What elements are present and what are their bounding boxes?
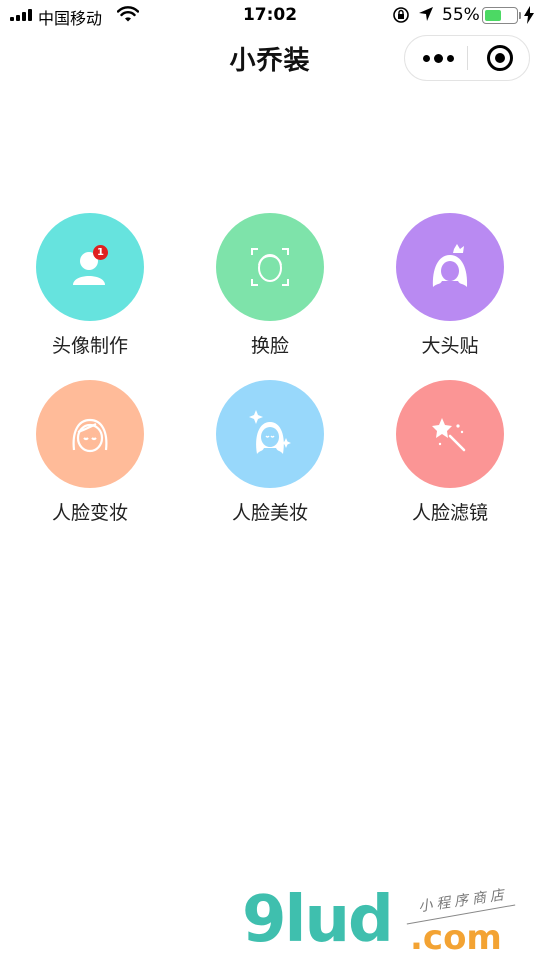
tile-face-filter[interactable]: 人脸滤镜 (370, 380, 530, 530)
close-dot (495, 53, 505, 63)
notification-badge: 1 (93, 245, 108, 260)
close-button[interactable] (468, 36, 530, 80)
tile-face-makeover-circle[interactable] (36, 380, 144, 488)
tile-face-beauty-circle[interactable] (216, 380, 324, 488)
tile-face-makeover[interactable]: 人脸变妆 (10, 380, 170, 530)
tile-avatar-maker-label: 头像制作 (51, 335, 128, 357)
location-icon (418, 6, 434, 27)
tile-photo-sticker[interactable]: 大头贴 (370, 213, 530, 363)
watermark-logo: 9lud .com 小程序商店 (242, 883, 540, 960)
tile-photo-sticker-circle[interactable] (396, 213, 504, 321)
sparkle-face-icon (249, 410, 291, 454)
battery-percentage: 55% (442, 5, 480, 25)
tile-face-swap-circle[interactable] (216, 213, 324, 321)
battery-cap (519, 12, 521, 19)
princess-icon (432, 244, 468, 287)
charging-icon (524, 6, 534, 29)
tile-face-beauty-label: 人脸美妆 (231, 502, 308, 524)
mini-program-capsule (404, 35, 530, 81)
battery-level (484, 9, 501, 21)
orientation-lock-icon (392, 6, 410, 29)
tile-avatar-maker[interactable]: 1 头像制作 (10, 213, 170, 363)
watermark-brand: 9lud (242, 883, 394, 957)
tile-face-swap[interactable]: 换脸 (190, 213, 350, 363)
tile-face-filter-label: 人脸滤镜 (411, 502, 488, 524)
magic-wand-icon (432, 418, 466, 452)
more-button[interactable] (405, 36, 468, 80)
avatar-icon (73, 252, 105, 285)
tile-avatar-maker-circle[interactable]: 1 (36, 213, 144, 321)
face-scan-icon (251, 248, 289, 286)
status-bar: 中国移动 17:02 55% (0, 0, 540, 30)
tile-face-swap-label: 换脸 (250, 335, 289, 357)
watermark-domain: .com (410, 918, 502, 958)
tile-face-beauty[interactable]: 人脸美妆 (190, 380, 350, 530)
face-makeover-icon (72, 418, 108, 453)
tile-photo-sticker-label: 大头贴 (421, 335, 479, 357)
battery-icon (482, 7, 518, 24)
more-dots-icon (423, 54, 454, 63)
watermark-tagline: 小程序商店 (417, 886, 509, 916)
tile-face-filter-circle[interactable] (396, 380, 504, 488)
tile-face-makeover-label: 人脸变妆 (51, 502, 128, 524)
